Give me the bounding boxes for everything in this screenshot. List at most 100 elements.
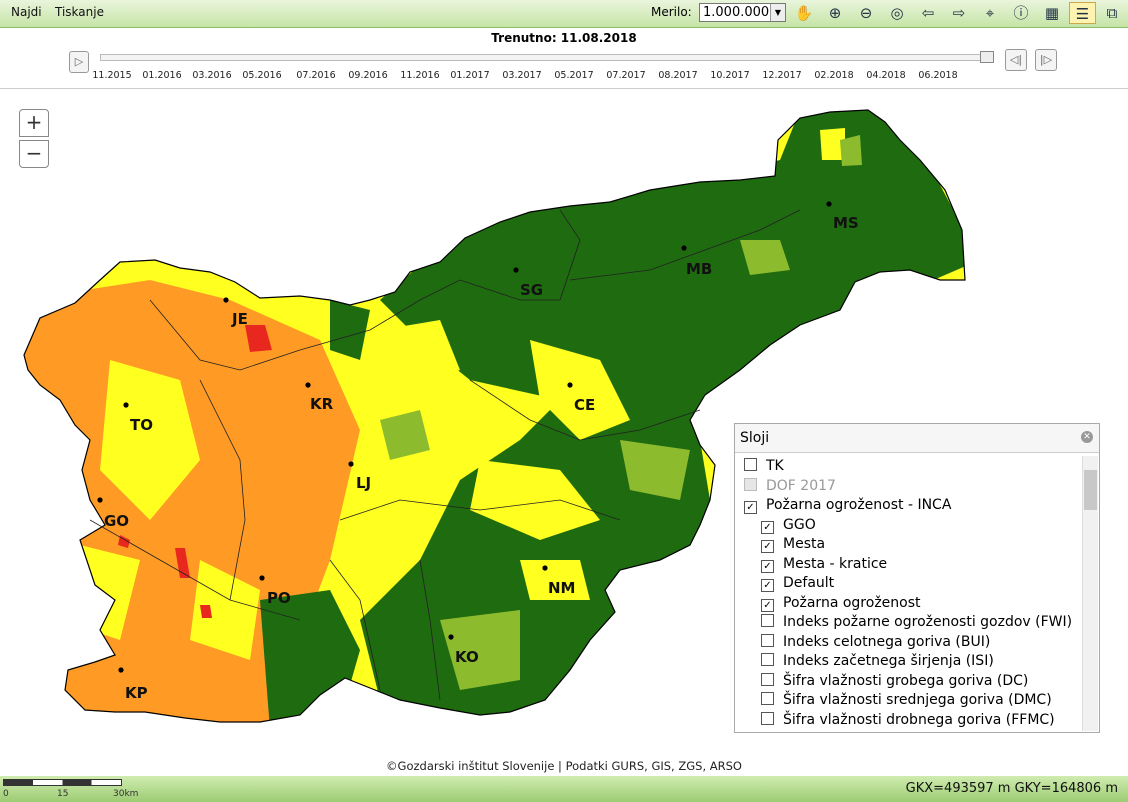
- layer-label: Šifra vlažnosti drobnega goriva (FFMC): [783, 711, 1055, 728]
- layer-item[interactable]: Indeks požarne ogroženosti gozdov (FWI): [761, 613, 1072, 632]
- layers-panel: Sloji ✕ TK DOF 2017 ✓ Požarna ogroženost - …: [734, 423, 1100, 733]
- layer-checkbox[interactable]: ✓: [761, 520, 774, 534]
- measure-icon[interactable]: ▦: [1041, 2, 1063, 24]
- play-button[interactable]: ▷: [69, 51, 89, 73]
- timeline-handle[interactable]: [980, 51, 994, 63]
- layer-label: Šifra vlažnosti srednjega goriva (DMC): [783, 692, 1052, 708]
- layers-title: Sloji: [735, 424, 1099, 453]
- city-code-label: MB: [686, 260, 712, 278]
- city-code-label: KO: [455, 648, 479, 666]
- step-back-button[interactable]: ◁|: [1005, 49, 1027, 71]
- city-dot: [348, 461, 354, 467]
- city-code-label: JE: [231, 310, 248, 328]
- menu-najdi[interactable]: Najdi: [11, 5, 42, 19]
- layer-item[interactable]: Šifra vlažnosti srednjega goriva (DMC): [761, 691, 1052, 710]
- layer-item[interactable]: Indeks celotnega goriva (BUI): [761, 633, 990, 652]
- layer-label: Mesta: [783, 536, 826, 552]
- city-code-label: CE: [574, 396, 595, 414]
- timeline-tick: 05.2016: [242, 70, 282, 81]
- city-dot: [223, 297, 229, 303]
- city-dot: [305, 382, 311, 388]
- xy-coordinate-icon[interactable]: ⌖: [979, 2, 1001, 24]
- layer-checkbox[interactable]: ✓: [744, 501, 757, 514]
- timeline-tick: 01.2017: [450, 70, 490, 81]
- layer-checkbox[interactable]: [761, 614, 774, 627]
- zoom-out-icon[interactable]: ⊖: [855, 2, 877, 24]
- layer-checkbox[interactable]: ✓: [761, 540, 774, 553]
- timeline-tick: 01.2016: [142, 70, 182, 81]
- scale-tick-0: 0: [3, 789, 9, 799]
- close-icon[interactable]: ✕: [1081, 431, 1093, 443]
- layer-item[interactable]: ✓ Mesta: [761, 535, 825, 554]
- layer-label: DOF 2017: [766, 477, 836, 494]
- timeline-tick: 11.2015: [92, 70, 132, 81]
- layers-scrollbar[interactable]: [1082, 456, 1098, 731]
- layer-item[interactable]: Šifra vlažnosti grobega goriva (DC): [761, 672, 1028, 691]
- chevron-down-icon: ▼: [770, 4, 785, 21]
- layer-checkbox[interactable]: [744, 477, 757, 491]
- scale-tick-30: 30km: [113, 789, 139, 799]
- layer-checkbox[interactable]: [761, 711, 774, 725]
- back-arrow-icon[interactable]: ⇦: [917, 2, 939, 24]
- city-code-label: PO: [267, 589, 291, 607]
- layer-item[interactable]: Šifra vlažnosti drobnega goriva (FFMC): [761, 711, 1055, 730]
- scale-select[interactable]: 1.000.000 ▼: [699, 3, 786, 22]
- layers-icon[interactable]: ☰: [1069, 2, 1096, 24]
- search-window-icon[interactable]: ⧉: [1101, 2, 1123, 24]
- timeline-tick: 03.2016: [192, 70, 232, 81]
- timeline-tick: 10.2017: [710, 70, 750, 81]
- city-dot: [567, 382, 573, 388]
- layer-label: GGO: [783, 516, 816, 533]
- pan-hand-icon[interactable]: ✋: [793, 2, 815, 24]
- timeline-track[interactable]: [100, 54, 994, 61]
- zoom-extent-icon[interactable]: ◎: [886, 2, 908, 24]
- scale-tick-15: 15: [57, 789, 69, 799]
- layer-item[interactable]: DOF 2017: [744, 477, 836, 496]
- layer-item[interactable]: ✓ Default: [761, 574, 834, 593]
- layer-checkbox[interactable]: ✓: [761, 559, 774, 573]
- layer-label: Indeks začetnega širjenja (ISI): [783, 653, 994, 669]
- scale-value: 1.000.000: [703, 5, 770, 20]
- layer-item[interactable]: Indeks začetnega širjenja (ISI): [761, 652, 994, 671]
- layer-checkbox[interactable]: [761, 633, 774, 647]
- timeline-tick: 03.2017: [502, 70, 542, 81]
- info-icon[interactable]: ⓘ: [1010, 2, 1032, 24]
- city-dot: [118, 667, 124, 673]
- layer-item[interactable]: ✓ Požarna ogroženost: [761, 594, 921, 613]
- city-dot: [97, 497, 103, 503]
- layer-checkbox[interactable]: ✓: [761, 579, 774, 592]
- layer-label: Mesta - kratice: [783, 555, 888, 572]
- copyright-text: ©Gozdarski inštitut Slovenije | Podatki …: [386, 759, 742, 773]
- zoom-in-icon[interactable]: ⊕: [824, 2, 846, 24]
- timeline-tick: 09.2016: [348, 70, 388, 81]
- step-forward-button[interactable]: |▷: [1035, 49, 1057, 71]
- layer-item[interactable]: ✓ Požarna ogroženost - INCA: [744, 496, 951, 515]
- layer-checkbox[interactable]: [761, 692, 774, 705]
- layer-item[interactable]: ✓ Mesta - kratice: [761, 555, 887, 574]
- city-dot: [259, 575, 265, 581]
- timeline-tick: 05.2017: [554, 70, 594, 81]
- city-dot: [513, 267, 519, 273]
- city-dot: [542, 565, 548, 571]
- layer-label: Indeks celotnega goriva (BUI): [783, 633, 991, 650]
- layer-label: Požarna ogroženost - INCA: [766, 497, 952, 513]
- timeline-tick: 11.2016: [400, 70, 440, 81]
- layer-checkbox[interactable]: ✓: [761, 598, 774, 612]
- city-code-label: LJ: [356, 474, 371, 492]
- layer-label: Šifra vlažnosti grobega goriva (DC): [783, 672, 1029, 689]
- layer-checkbox[interactable]: [744, 458, 757, 471]
- current-date: Trenutno: 11.08.2018: [491, 31, 637, 45]
- layer-label: TK: [766, 458, 784, 474]
- menu-tiskanje[interactable]: Tiskanje: [55, 5, 104, 19]
- layer-label: Default: [783, 575, 835, 591]
- city-dot: [826, 201, 832, 207]
- layer-checkbox[interactable]: [761, 672, 774, 686]
- layer-checkbox[interactable]: [761, 653, 774, 666]
- layer-item[interactable]: ✓ GGO: [761, 516, 816, 535]
- status-bar: 0 15 30km GKX=493597 m GKY=164806 m: [0, 776, 1128, 802]
- forward-arrow-icon[interactable]: ⇨: [948, 2, 970, 24]
- layer-item[interactable]: TK: [744, 457, 784, 476]
- scrollbar-thumb[interactable]: [1084, 470, 1097, 510]
- city-dot: [681, 245, 687, 251]
- city-dot: [123, 402, 129, 408]
